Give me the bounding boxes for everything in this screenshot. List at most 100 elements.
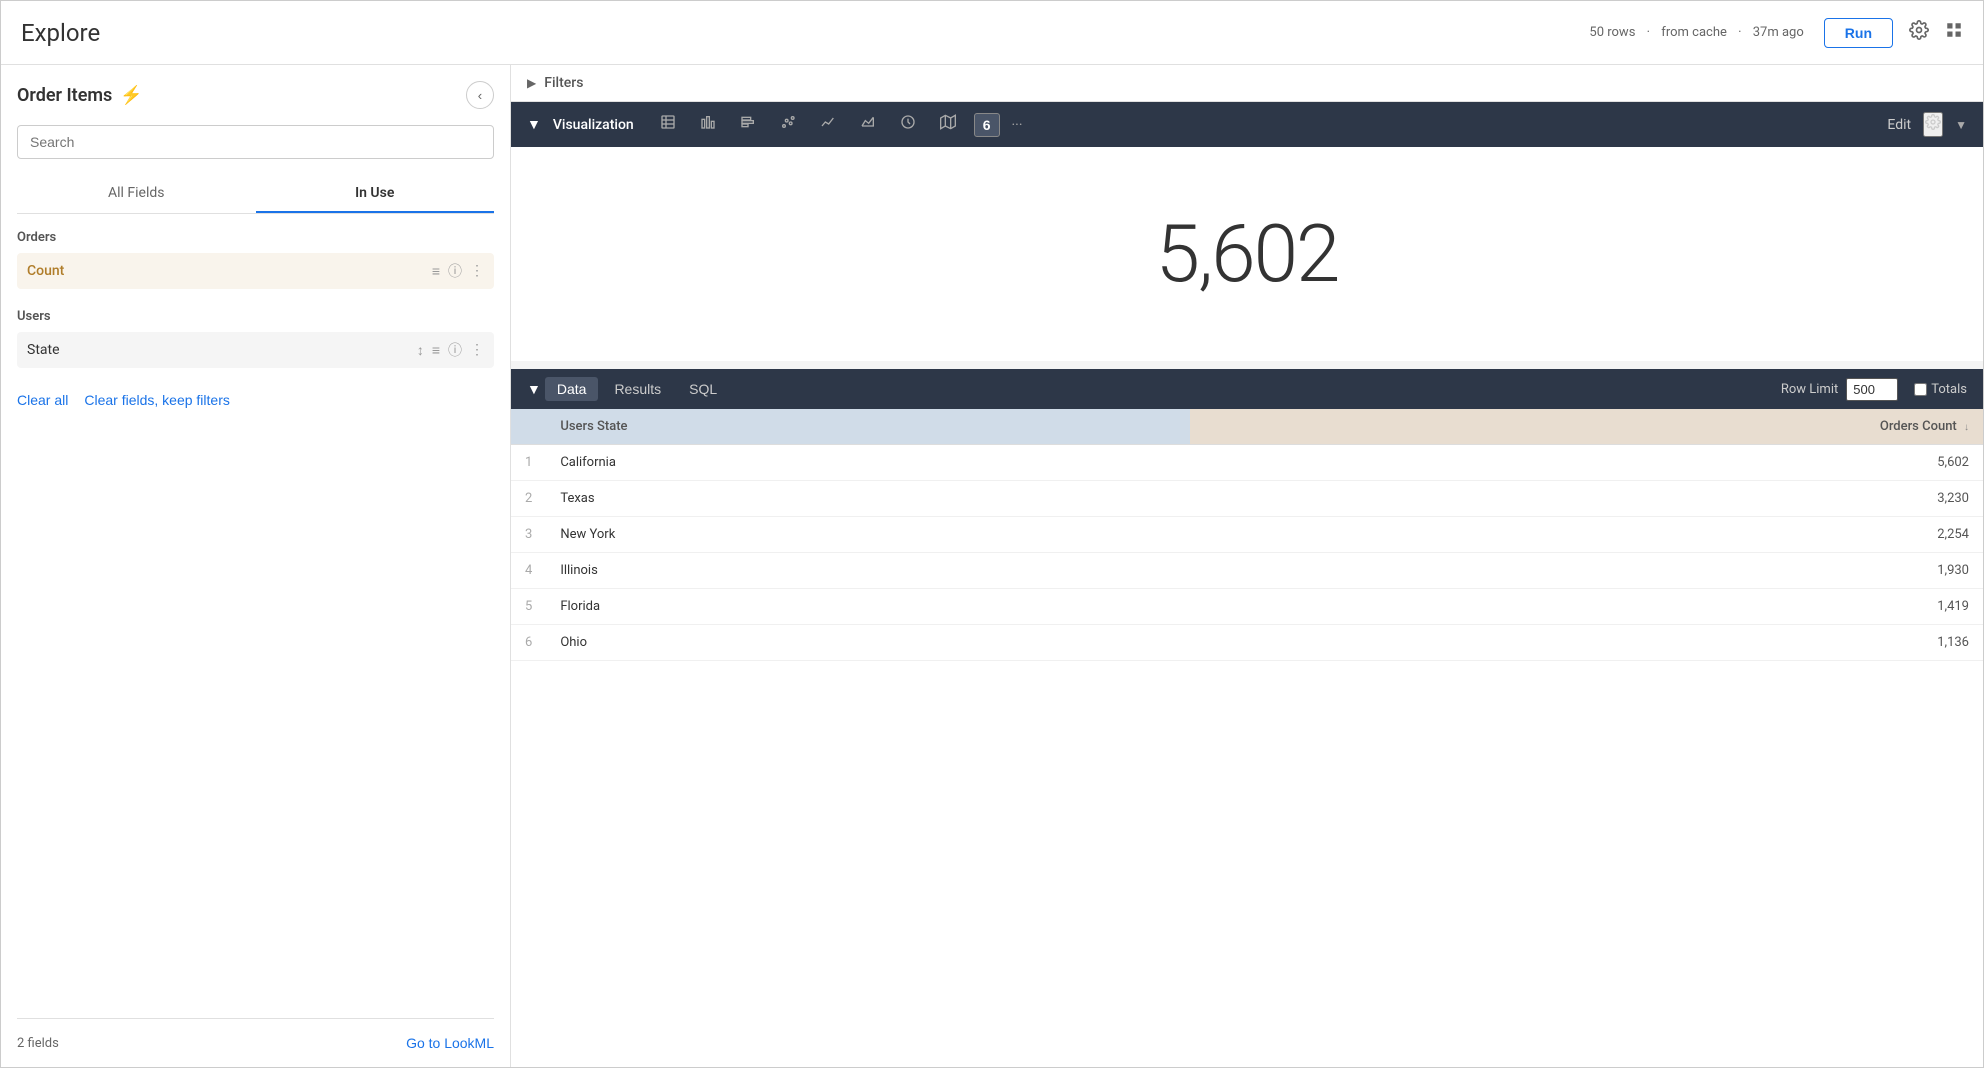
count-cell: 1,136: [1190, 625, 1983, 661]
page-title: Explore: [21, 19, 100, 47]
viz-bar-icon[interactable]: [694, 110, 722, 139]
pivot-icon[interactable]: ↕: [417, 342, 424, 359]
more-icon-state[interactable]: ⋮: [470, 342, 484, 358]
state-field[interactable]: State ↕ ≡ ⓘ ⋮: [17, 332, 494, 368]
row-number: 1: [511, 445, 546, 481]
info-icon-state[interactable]: ⓘ: [448, 340, 462, 360]
totals-checkbox[interactable]: [1914, 383, 1927, 396]
viz-more-icon[interactable]: ···: [1012, 117, 1023, 133]
fields-count: 2 fields: [17, 1036, 59, 1051]
viz-label: Visualization: [553, 117, 634, 133]
count-cell: 2,254: [1190, 517, 1983, 553]
state-cell: Illinois: [546, 553, 1190, 589]
filters-chevron-icon: ▶: [527, 76, 536, 90]
sidebar-header: Order Items ⚡ ‹: [17, 81, 494, 109]
more-icon[interactable]: ⋮: [470, 263, 484, 279]
go-to-lookml-button[interactable]: Go to LookML: [406, 1035, 494, 1051]
filters-label: Filters: [544, 75, 583, 91]
filter-icon[interactable]: ≡: [432, 263, 440, 280]
viz-settings-chevron-icon[interactable]: ▼: [1955, 118, 1967, 132]
sidebar-title-row: Order Items ⚡: [17, 85, 143, 106]
sidebar-footer: 2 fields Go to LookML: [17, 1018, 494, 1051]
count-cell: 1,419: [1190, 589, 1983, 625]
sidebar-title: Order Items: [17, 85, 112, 106]
count-cell: 3,230: [1190, 481, 1983, 517]
count-cell: 5,602: [1190, 445, 1983, 481]
count-field[interactable]: Count ≡ ⓘ ⋮: [17, 253, 494, 289]
header-meta: 50 rows · from cache · 37m ago: [1585, 25, 1807, 40]
users-group-label: Users: [17, 309, 494, 324]
data-toolbar: ▼ Data Results SQL Row Limit Totals: [511, 369, 1983, 409]
grid-icon[interactable]: [1945, 21, 1963, 44]
data-chevron-icon[interactable]: ▼: [527, 381, 541, 398]
orders-group: Orders Count ≡ ⓘ ⋮: [17, 230, 494, 293]
row-number: 6: [511, 625, 546, 661]
main-layout: Order Items ⚡ ‹ All Fields In Use Orders…: [1, 65, 1983, 1067]
field-tabs: All Fields In Use: [17, 175, 494, 214]
info-icon[interactable]: ⓘ: [448, 261, 462, 281]
viz-number-icon[interactable]: 6: [974, 113, 1000, 137]
table-row: 5 Florida 1,419: [511, 589, 1983, 625]
big-number-display: 5,602: [1156, 207, 1339, 301]
row-limit-label: Row Limit: [1781, 382, 1838, 397]
row-number: 2: [511, 481, 546, 517]
viz-horizontal-bar-icon[interactable]: [734, 110, 762, 139]
orders-group-label: Orders: [17, 230, 494, 245]
row-number: 3: [511, 517, 546, 553]
row-number: 5: [511, 589, 546, 625]
table-row: 3 New York 2,254: [511, 517, 1983, 553]
data-tab-sql[interactable]: SQL: [677, 377, 729, 401]
run-button[interactable]: Run: [1824, 18, 1893, 48]
state-column-header[interactable]: Users State: [546, 409, 1190, 445]
viz-table-icon[interactable]: [654, 110, 682, 139]
count-field-label: Count: [27, 263, 64, 279]
state-field-label: State: [27, 342, 60, 358]
viz-chevron-icon[interactable]: ▼: [527, 116, 541, 133]
viz-map-icon[interactable]: [934, 110, 962, 139]
settings-icon[interactable]: [1909, 20, 1929, 45]
row-number: 4: [511, 553, 546, 589]
lightning-icon: ⚡: [120, 85, 142, 106]
count-field-icons: ≡ ⓘ ⋮: [432, 261, 484, 281]
search-input[interactable]: [17, 125, 494, 159]
data-table: Users State Orders Count ↓ 1 California …: [511, 409, 1983, 661]
viz-line-icon[interactable]: [814, 110, 842, 139]
state-cell: Ohio: [546, 625, 1190, 661]
sidebar: Order Items ⚡ ‹ All Fields In Use Orders…: [1, 65, 511, 1067]
row-limit-input[interactable]: [1846, 378, 1898, 401]
viz-clock-icon[interactable]: [894, 110, 922, 139]
state-cell: Florida: [546, 589, 1190, 625]
clear-fields-button[interactable]: Clear fields, keep filters: [84, 392, 230, 408]
viz-settings-icon[interactable]: [1923, 112, 1943, 137]
header-right: 50 rows · from cache · 37m ago Run: [1585, 18, 1963, 48]
table-row: 4 Illinois 1,930: [511, 553, 1983, 589]
data-section: ▼ Data Results SQL Row Limit Totals: [511, 369, 1983, 1067]
state-cell: New York: [546, 517, 1190, 553]
clear-row: Clear all Clear fields, keep filters: [17, 392, 494, 408]
collapse-sidebar-button[interactable]: ‹: [466, 81, 494, 109]
table-row: 1 California 5,602: [511, 445, 1983, 481]
row-num-header: [511, 409, 546, 445]
filters-bar[interactable]: ▶ Filters: [511, 65, 1983, 102]
totals-label[interactable]: Totals: [1914, 382, 1967, 397]
count-column-header[interactable]: Orders Count ↓: [1190, 409, 1983, 445]
sort-icon: ↓: [1964, 422, 1969, 433]
state-cell: California: [546, 445, 1190, 481]
content-area: ▶ Filters ▼ Visualization: [511, 65, 1983, 1067]
viz-area-icon[interactable]: [854, 110, 882, 139]
state-field-icons: ↕ ≡ ⓘ ⋮: [417, 340, 484, 360]
filter-icon-state[interactable]: ≡: [432, 342, 440, 359]
data-tab-results[interactable]: Results: [602, 377, 673, 401]
tab-all-fields[interactable]: All Fields: [17, 175, 256, 213]
clear-all-button[interactable]: Clear all: [17, 392, 68, 408]
visualization-section: ▼ Visualization: [511, 102, 1983, 361]
data-tab-data[interactable]: Data: [545, 377, 599, 401]
users-group: Users State ↕ ≡ ⓘ ⋮: [17, 309, 494, 372]
viz-edit-label[interactable]: Edit: [1887, 117, 1911, 133]
state-cell: Texas: [546, 481, 1190, 517]
table-row: 2 Texas 3,230: [511, 481, 1983, 517]
viz-toolbar: ▼ Visualization: [511, 102, 1983, 147]
viz-scatter-icon[interactable]: [774, 110, 802, 139]
tab-in-use[interactable]: In Use: [256, 175, 495, 213]
table-row: 6 Ohio 1,136: [511, 625, 1983, 661]
